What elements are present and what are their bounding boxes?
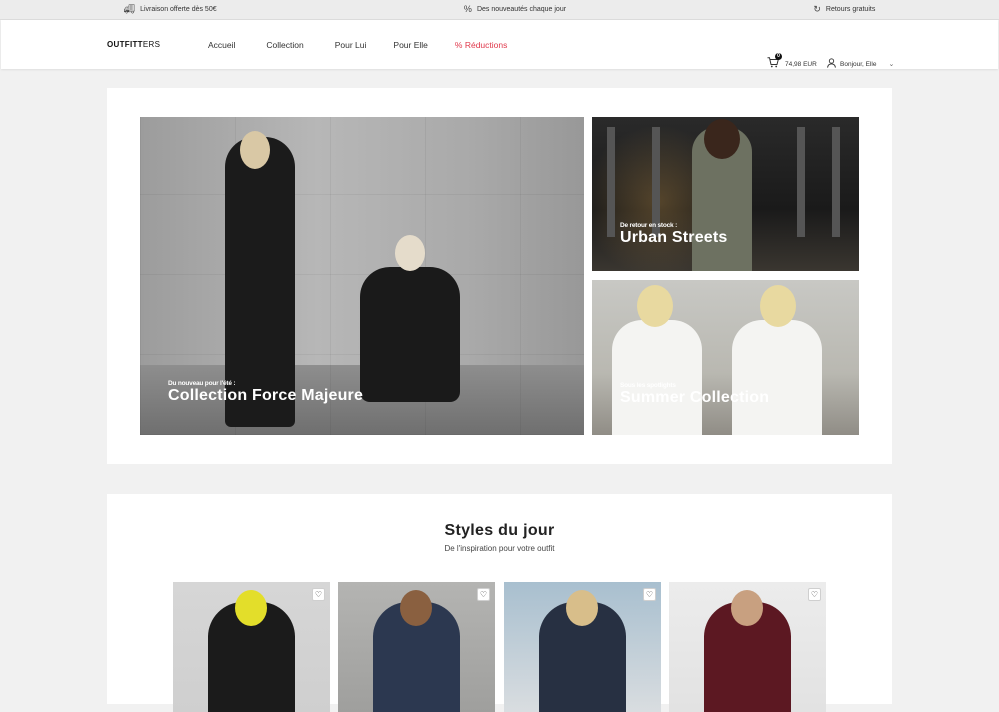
user-icon bbox=[827, 58, 836, 70]
background-pillar bbox=[832, 127, 840, 237]
hero-kicker: Sous les spotlights bbox=[620, 382, 676, 389]
user-greeting: Bonjour, Elle bbox=[840, 60, 877, 68]
model-head bbox=[395, 235, 425, 271]
hero-title: Collection Force Majeure bbox=[168, 387, 364, 404]
menu-item-reductions[interactable]: % Réductions bbox=[455, 40, 507, 50]
model-head bbox=[637, 285, 673, 327]
cart-icon: 0 bbox=[767, 53, 782, 71]
model-head bbox=[566, 590, 598, 626]
main-menu: Accueil Collection Pour Lui Pour Elle % … bbox=[208, 40, 507, 50]
heart-icon[interactable]: ♡ bbox=[477, 588, 490, 601]
model-head bbox=[400, 590, 432, 626]
returns-text: Retours gratuits bbox=[825, 6, 876, 13]
shipping-text: Livraison offerte dès 50€ bbox=[140, 6, 217, 13]
model-figure bbox=[732, 320, 822, 435]
hero-tile-summer-collection[interactable]: Sous les spotlights Summer Collection bbox=[592, 280, 859, 435]
new-arrivals-text: Des nouveautés chaque jour bbox=[476, 6, 567, 13]
logo[interactable]: OUTFITTERS bbox=[107, 40, 160, 49]
hero-title: Urban Streets bbox=[620, 229, 728, 246]
hero-caption: De retour en stock : Urban Streets bbox=[620, 222, 728, 247]
hero-title: Summer Collection bbox=[620, 389, 770, 406]
model-head bbox=[731, 590, 763, 626]
model-head bbox=[235, 590, 267, 626]
model-figure bbox=[360, 267, 460, 402]
logo-thin-text: ERS bbox=[142, 40, 161, 49]
main-navbar: OUTFITTERS Accueil Collection Pour Lui P… bbox=[1, 20, 998, 69]
menu-item-collection[interactable]: Collection bbox=[266, 40, 303, 50]
cart-count-badge: 0 bbox=[775, 53, 782, 60]
cart-button[interactable]: 0 74,98 EUR bbox=[767, 53, 817, 71]
background-pillar bbox=[652, 127, 660, 237]
section-subtitle: De l'inspiration pour votre outfit bbox=[444, 544, 555, 553]
hero-caption: Du nouveau pour l'été : Collection Force… bbox=[168, 380, 363, 405]
cart-total: 74,98 EUR bbox=[785, 60, 817, 68]
menu-item-accueil[interactable]: Accueil bbox=[208, 40, 235, 50]
heart-icon[interactable]: ♡ bbox=[312, 588, 325, 601]
background-pillar bbox=[797, 127, 805, 237]
model-head bbox=[704, 119, 740, 159]
menu-item-pour-lui[interactable]: Pour Lui bbox=[335, 40, 367, 50]
hero-kicker: De retour en stock : bbox=[620, 222, 678, 229]
user-menu[interactable]: Bonjour, Elle ⌄ bbox=[827, 58, 894, 70]
refresh-icon: ↻ bbox=[813, 4, 821, 14]
heart-icon[interactable]: ♡ bbox=[643, 588, 656, 601]
model-head bbox=[240, 131, 270, 169]
hero-caption: Sous les spotlights Summer Collection bbox=[620, 382, 769, 407]
hero-section: Du nouveau pour l'été : Collection Force… bbox=[107, 88, 892, 464]
logo-bold-text: OUTFITT bbox=[107, 40, 143, 49]
hero-tile-urban-streets[interactable]: De retour en stock : Urban Streets bbox=[592, 117, 859, 271]
percent-icon: % bbox=[463, 4, 472, 14]
model-head bbox=[760, 285, 796, 327]
background-pillar bbox=[607, 127, 615, 237]
top-info-bar: 🚚︎ Livraison offerte dès 50€ % Des nouve… bbox=[0, 0, 999, 20]
section-title: Styles du jour bbox=[444, 522, 555, 539]
returns-info: ↻ Retours gratuits bbox=[813, 5, 875, 14]
hero-kicker: Du nouveau pour l'été : bbox=[168, 380, 236, 387]
truck-icon: 🚚︎ bbox=[123, 4, 136, 14]
model-figure bbox=[612, 320, 702, 435]
menu-item-pour-elle[interactable]: Pour Elle bbox=[393, 40, 428, 50]
new-arrivals-info: % Des nouveautés chaque jour bbox=[464, 5, 566, 14]
hero-tile-force-majeure[interactable]: Du nouveau pour l'été : Collection Force… bbox=[140, 117, 584, 435]
chevron-down-icon: ⌄ bbox=[888, 61, 895, 68]
heart-icon[interactable]: ♡ bbox=[808, 588, 821, 601]
styles-du-jour-section: Styles du jour De l'inspiration pour vot… bbox=[107, 494, 892, 712]
shipping-info: 🚚︎ Livraison offerte dès 50€ bbox=[124, 5, 217, 14]
